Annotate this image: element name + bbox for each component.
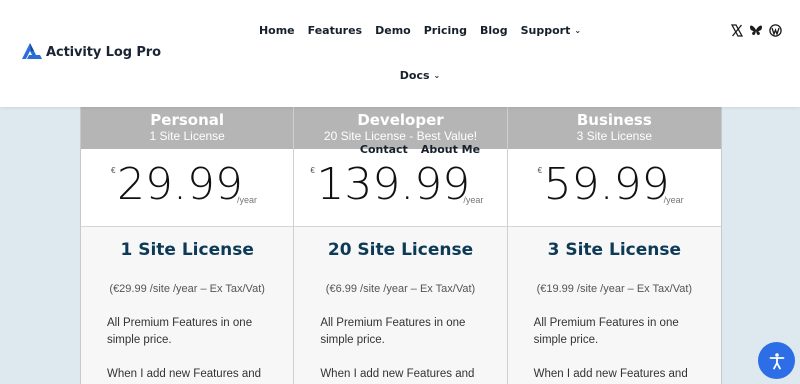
butterfly-icon[interactable] [749,24,763,37]
feature-title: 1 Site License [120,240,254,260]
feature-text: All Premium Features in one simple price… [107,317,253,346]
main-nav: Home Features Demo Pricing Blog Support … [240,23,600,158]
currency-symbol: € [537,166,543,175]
price-period: /year [237,195,258,205]
x-icon[interactable] [731,24,743,37]
price-note: (€29.99 /site /year – Ex Tax/Vat) [109,283,265,295]
nav-demo[interactable]: Demo [375,23,411,39]
feature-text: All Premium Features in one simple price… [320,317,466,346]
price-amount: 59.99 [543,159,670,210]
currency-symbol: € [111,166,116,175]
currency-symbol: € [310,166,315,175]
nav-features[interactable]: Features [308,23,362,39]
nav-support[interactable]: Support ⌄ [521,23,581,39]
feature-title: 20 Site License [327,240,474,260]
chevron-down-icon: ⌄ [574,26,582,35]
feature-text: When I add new Features and [533,368,688,380]
price-box: € 139.99 /year [294,149,507,227]
nav-pricing[interactable]: Pricing [424,23,467,39]
feature-text: When I add new Features and [107,368,262,380]
price-amount: 29.99 [117,159,243,210]
social-links [731,24,782,37]
price-period: /year [663,195,684,205]
price-amount: 139.99 [316,159,471,210]
site-header: Activity Log Pro Home Features Demo Pric… [0,0,800,156]
price-note: (€19.99 /site /year – Ex Tax/Vat) [536,283,693,295]
wordpress-icon[interactable] [769,24,782,37]
nav-docs[interactable]: Docs ⌄ [400,68,440,84]
accessibility-icon [769,352,784,369]
feature-text: When I add new Features and [320,368,475,380]
nav-about-me[interactable]: About Me [421,142,480,158]
nav-contact[interactable]: Contact [360,142,408,158]
price-period: /year [463,195,484,205]
feature-text: All Premium Features in one simple price… [533,317,679,346]
price-box: € 29.99 /year [81,149,294,227]
price-note: (€6.99 /site /year – Ex Tax/Vat) [325,283,476,295]
accessibility-button[interactable] [758,342,795,379]
chevron-down-icon: ⌄ [433,71,441,80]
logo-text: Activity Log Pro [46,44,161,60]
site-logo[interactable]: Activity Log Pro [21,42,161,62]
nav-blog[interactable]: Blog [480,23,508,39]
nav-home[interactable]: Home [259,23,295,39]
feature-title: 3 Site License [547,240,682,260]
price-box: € 59.99 /year [507,149,721,227]
logo-icon [22,43,42,59]
